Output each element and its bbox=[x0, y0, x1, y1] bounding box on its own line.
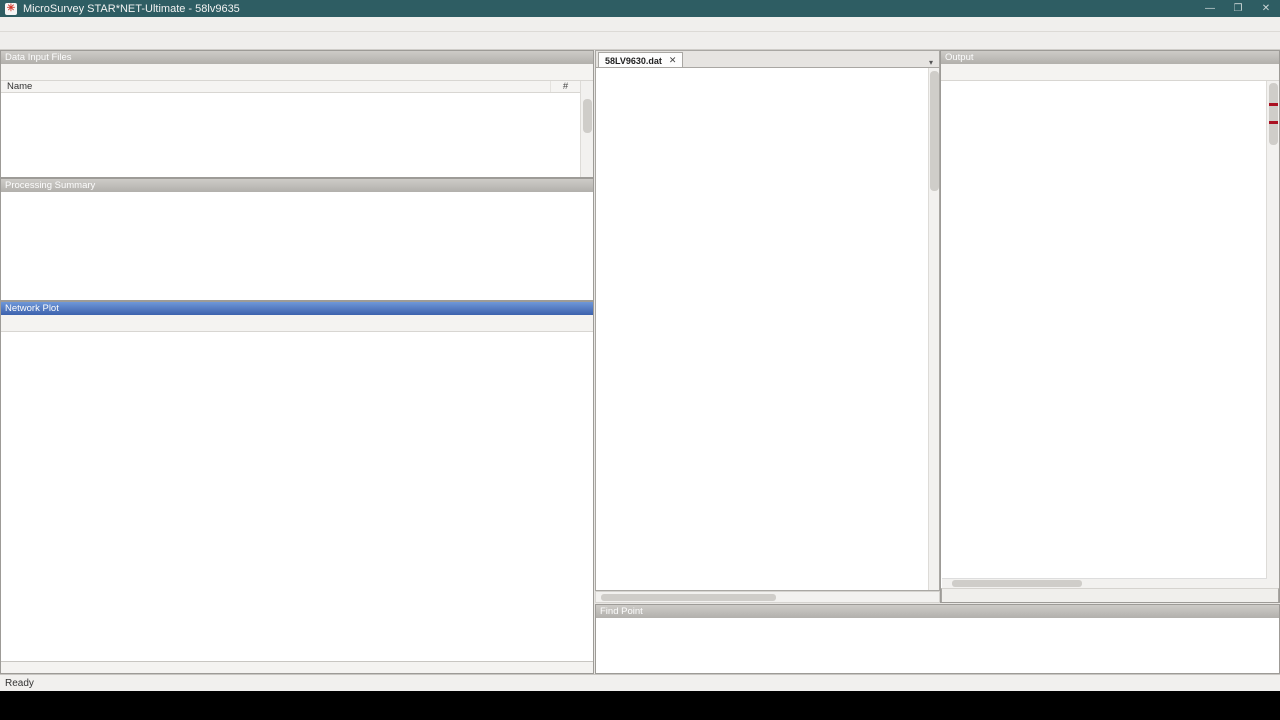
editor-tab-bar: 58LV9630.dat ✕ ▾ bbox=[595, 50, 940, 67]
listing-text[interactable] bbox=[942, 81, 1267, 578]
main-toolbar bbox=[0, 32, 1280, 50]
app-icon: ✳ bbox=[5, 3, 17, 15]
find-point-content[interactable] bbox=[596, 618, 1279, 674]
panel-title: Find Point bbox=[600, 605, 643, 618]
output-toolbar bbox=[941, 64, 1279, 81]
processing-summary-content bbox=[1, 192, 593, 301]
plot-status-strip bbox=[1, 661, 593, 674]
file-list-scrollbar[interactable] bbox=[580, 81, 593, 177]
app-window: ✳ MicroSurvey STAR*NET-Ultimate - 58lv96… bbox=[0, 0, 1280, 691]
close-button[interactable]: ✕ bbox=[1252, 0, 1280, 17]
title-bar: ✳ MicroSurvey STAR*NET-Ultimate - 58lv96… bbox=[0, 0, 1280, 17]
data-input-files-toolbar bbox=[1, 64, 593, 81]
output-hscrollbar[interactable] bbox=[942, 578, 1267, 588]
panel-title: Data Input Files bbox=[5, 51, 72, 64]
find-point-header[interactable]: Find Point bbox=[596, 605, 1279, 618]
tab-close-icon[interactable]: ✕ bbox=[669, 55, 677, 66]
name-column-header[interactable]: Name bbox=[1, 81, 550, 92]
code-editor[interactable] bbox=[595, 67, 940, 591]
processing-summary-panel: Processing Summary bbox=[0, 178, 594, 301]
menu-bar bbox=[0, 17, 1280, 32]
minimize-button[interactable]: — bbox=[1196, 0, 1224, 17]
maximize-button[interactable]: ❐ bbox=[1224, 0, 1252, 17]
panel-title: Network Plot bbox=[5, 302, 59, 315]
status-bar: Ready bbox=[0, 674, 1280, 691]
file-grid-header: Name # bbox=[1, 81, 593, 93]
editor-tab[interactable]: 58LV9630.dat ✕ bbox=[598, 52, 683, 67]
tab-list-dropdown-icon[interactable]: ▾ bbox=[923, 58, 939, 67]
screen-letterbox bbox=[0, 691, 1280, 720]
editor-vscrollbar[interactable] bbox=[928, 68, 939, 590]
panel-title: Output bbox=[945, 51, 974, 64]
status-ready: Ready bbox=[0, 678, 34, 689]
output-panel: Output bbox=[940, 50, 1280, 603]
find-point-panel: Find Point bbox=[595, 604, 1280, 674]
num-column-header[interactable]: # bbox=[550, 81, 580, 92]
editor-hscrollbar[interactable] bbox=[595, 591, 940, 603]
output-vscrollbar[interactable] bbox=[1266, 81, 1279, 603]
network-plot-toolbar bbox=[1, 315, 593, 332]
network-plot-panel: Network Plot bbox=[0, 301, 594, 674]
output-header[interactable]: Output bbox=[941, 51, 1279, 64]
data-input-files-panel: Data Input Files Name # bbox=[0, 50, 594, 178]
editor-tab-label: 58LV9630.dat bbox=[605, 56, 662, 66]
output-tab-strip bbox=[941, 588, 1279, 603]
data-input-files-header[interactable]: Data Input Files bbox=[1, 51, 593, 64]
network-plot-header[interactable]: Network Plot bbox=[1, 302, 593, 315]
processing-summary-header[interactable]: Processing Summary bbox=[1, 179, 593, 192]
network-plot-canvas[interactable] bbox=[1, 332, 593, 661]
window-title: MicroSurvey STAR*NET-Ultimate - 58lv9635 bbox=[23, 3, 240, 15]
panel-title: Processing Summary bbox=[5, 179, 95, 192]
